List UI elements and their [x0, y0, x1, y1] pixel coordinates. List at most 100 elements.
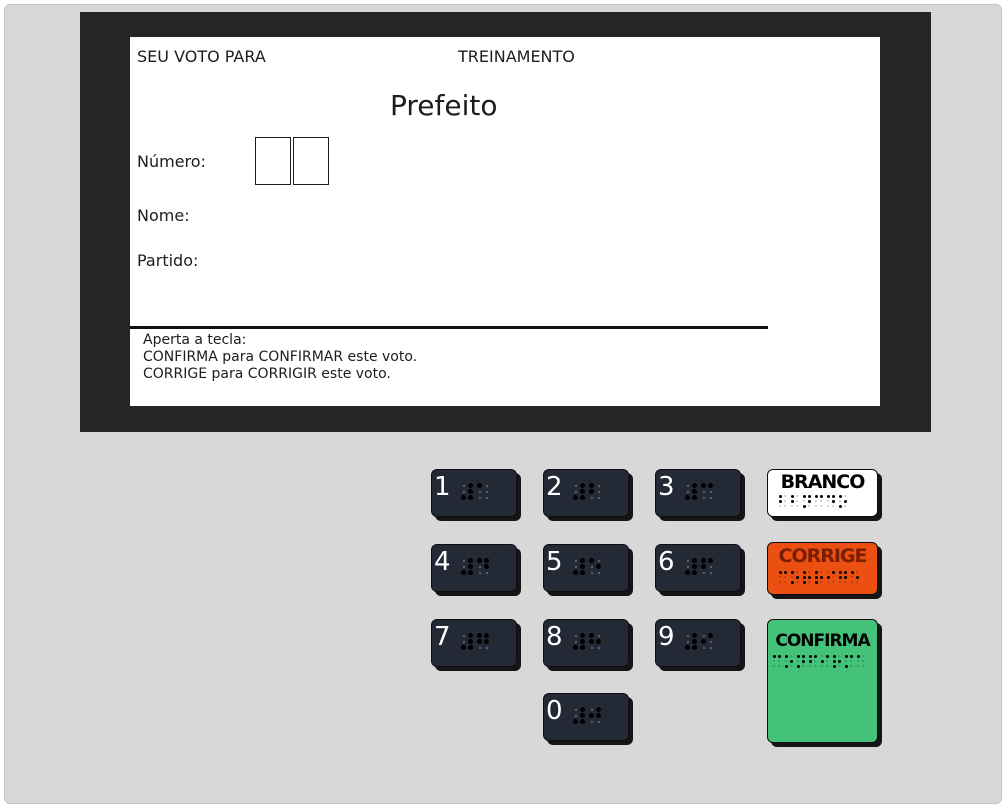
braille-dot — [851, 581, 853, 583]
braille-dot — [820, 581, 822, 583]
braille-dot — [803, 500, 805, 502]
braille-pattern-icon — [461, 558, 489, 575]
key-6-button[interactable]: 6 — [655, 544, 741, 592]
key-digit-label: 4 — [434, 547, 451, 577]
braille-dot — [821, 665, 823, 667]
braille-dot — [692, 639, 697, 644]
braille-dot — [589, 483, 594, 488]
braille-dot — [686, 490, 689, 493]
braille-dot — [807, 499, 811, 503]
braille-dot — [813, 654, 817, 658]
braille-dot — [850, 570, 854, 574]
braille-dot — [831, 499, 835, 503]
braille-dot — [856, 581, 858, 583]
braille-dot — [709, 565, 712, 568]
instruction-line: CONFIRMA para CONFIRMAR este voto. — [143, 349, 418, 365]
braille-dot — [827, 581, 829, 583]
key-digit-label: 5 — [546, 547, 563, 577]
key-3-button[interactable]: 3 — [655, 469, 741, 517]
key-2-button[interactable]: 2 — [543, 469, 629, 517]
braille-cell — [826, 570, 835, 584]
key-9-button[interactable]: 9 — [655, 619, 741, 667]
braille-dot — [815, 500, 817, 502]
corrige-button[interactable]: CORRIGE — [767, 542, 878, 595]
braille-dot — [692, 489, 697, 494]
braille-dot — [701, 558, 706, 563]
key-digit-label: 1 — [434, 472, 451, 502]
braille-cell — [477, 633, 489, 650]
braille-dot — [686, 640, 689, 643]
braille-dot — [596, 707, 601, 712]
braille-dot — [462, 559, 465, 562]
name-label: Nome: — [137, 206, 190, 225]
braille-cell — [461, 558, 473, 575]
braille-cell — [784, 654, 793, 668]
key-5-button[interactable]: 5 — [543, 544, 629, 592]
braille-pattern-icon — [685, 558, 713, 575]
braille-dot — [831, 494, 835, 498]
braille-dot — [832, 576, 834, 578]
braille-cell — [461, 633, 473, 650]
confirma-button[interactable]: CONFIRMA — [767, 619, 878, 743]
braille-dot — [807, 575, 811, 579]
braille-dot — [462, 640, 465, 643]
braille-cell — [477, 558, 489, 575]
voting-machine-body: SEU VOTO PARA TREINAMENTO Prefeito Númer… — [4, 4, 1002, 804]
key-1-button[interactable]: 1 — [431, 469, 517, 517]
braille-dot — [580, 713, 585, 718]
key-8-button[interactable]: 8 — [543, 619, 629, 667]
braille-dot — [856, 654, 860, 658]
key-0-button[interactable]: 0 — [543, 693, 629, 741]
braille-cell — [856, 654, 865, 668]
braille-dot — [802, 570, 806, 574]
braille-dot — [827, 571, 829, 573]
braille-dot — [850, 665, 852, 667]
braille-cell — [701, 558, 713, 575]
braille-dot — [692, 633, 697, 638]
braille-dot — [820, 500, 822, 502]
braille-dot — [573, 645, 578, 650]
braille-dot — [685, 645, 690, 650]
screen-bezel: SEU VOTO PARA TREINAMENTO Prefeito Númer… — [80, 12, 931, 432]
braille-dot — [839, 500, 841, 502]
braille-dot — [796, 571, 798, 573]
braille-dot — [462, 484, 465, 487]
braille-dot — [484, 564, 489, 569]
braille-dot — [791, 576, 793, 578]
braille-dot — [589, 639, 594, 644]
braille-dot — [827, 500, 829, 502]
braille-dot — [478, 571, 481, 574]
braille-dot — [485, 646, 488, 649]
braille-pattern-icon — [778, 494, 847, 508]
braille-dot — [462, 634, 465, 637]
braille-dot — [573, 495, 578, 500]
braille-dot — [796, 654, 800, 658]
braille-dot — [837, 659, 841, 663]
braille-dot — [796, 664, 800, 668]
braille-dot — [590, 565, 593, 568]
braille-dot — [857, 660, 859, 662]
braille-dot — [808, 581, 810, 583]
braille-dot — [790, 655, 792, 657]
corrige-label: CORRIGE — [778, 545, 868, 567]
braille-dot — [701, 639, 706, 644]
key-4-button[interactable]: 4 — [431, 544, 517, 592]
braille-dot — [790, 580, 794, 584]
braille-dot — [574, 708, 577, 711]
key-7-button[interactable]: 7 — [431, 619, 517, 667]
braille-dot — [832, 654, 836, 658]
braille-dot — [815, 505, 817, 507]
braille-dot — [580, 489, 585, 494]
braille-dot — [580, 558, 585, 563]
braille-dot — [820, 571, 822, 573]
braille-cell — [814, 494, 823, 508]
braille-dot — [702, 634, 705, 637]
braille-dot — [855, 575, 859, 579]
braille-dot — [580, 639, 585, 644]
braille-dot — [574, 714, 577, 717]
braille-dot — [784, 495, 786, 497]
branco-button[interactable]: BRANCO — [767, 469, 878, 517]
braille-dot — [468, 570, 473, 575]
braille-dot — [839, 581, 841, 583]
braille-dot — [702, 571, 705, 574]
